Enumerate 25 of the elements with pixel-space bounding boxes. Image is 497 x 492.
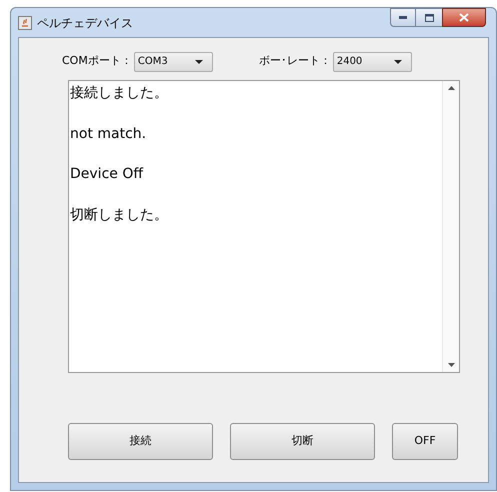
minimize-icon [399, 16, 407, 19]
action-button[interactable]: OFF [392, 423, 458, 460]
dropdown-arrow-icon [194, 60, 203, 64]
close-icon [459, 13, 469, 22]
scrollbar[interactable] [442, 81, 459, 372]
window-title: ペルチェデバイス [37, 14, 133, 32]
action-button[interactable]: 接続 [68, 423, 213, 460]
scroll-up-icon [448, 86, 454, 90]
maximize-icon [424, 14, 434, 22]
log-line: 切断しました。 [69, 206, 169, 224]
field-label: COMポート： [62, 53, 132, 70]
log-line: not match. [69, 124, 148, 144]
field-label: ボー･レート： [258, 53, 331, 70]
log-line: Device Off [69, 165, 144, 184]
log-line: 接続しました。 [69, 84, 169, 103]
log-area[interactable]: 接続しました。 not match. Device Off 切断しました。 [68, 80, 460, 373]
dropdown[interactable]: COM3 [134, 52, 213, 72]
dropdown[interactable]: 2400 [332, 52, 412, 72]
scroll-down-icon [448, 363, 454, 367]
app-icon [18, 16, 32, 30]
minimize-button[interactable] [390, 8, 416, 27]
close-button[interactable] [442, 8, 486, 27]
dropdown-arrow-icon [394, 60, 402, 64]
action-button[interactable]: 切断 [230, 423, 375, 460]
maximize-button[interactable] [416, 8, 442, 27]
